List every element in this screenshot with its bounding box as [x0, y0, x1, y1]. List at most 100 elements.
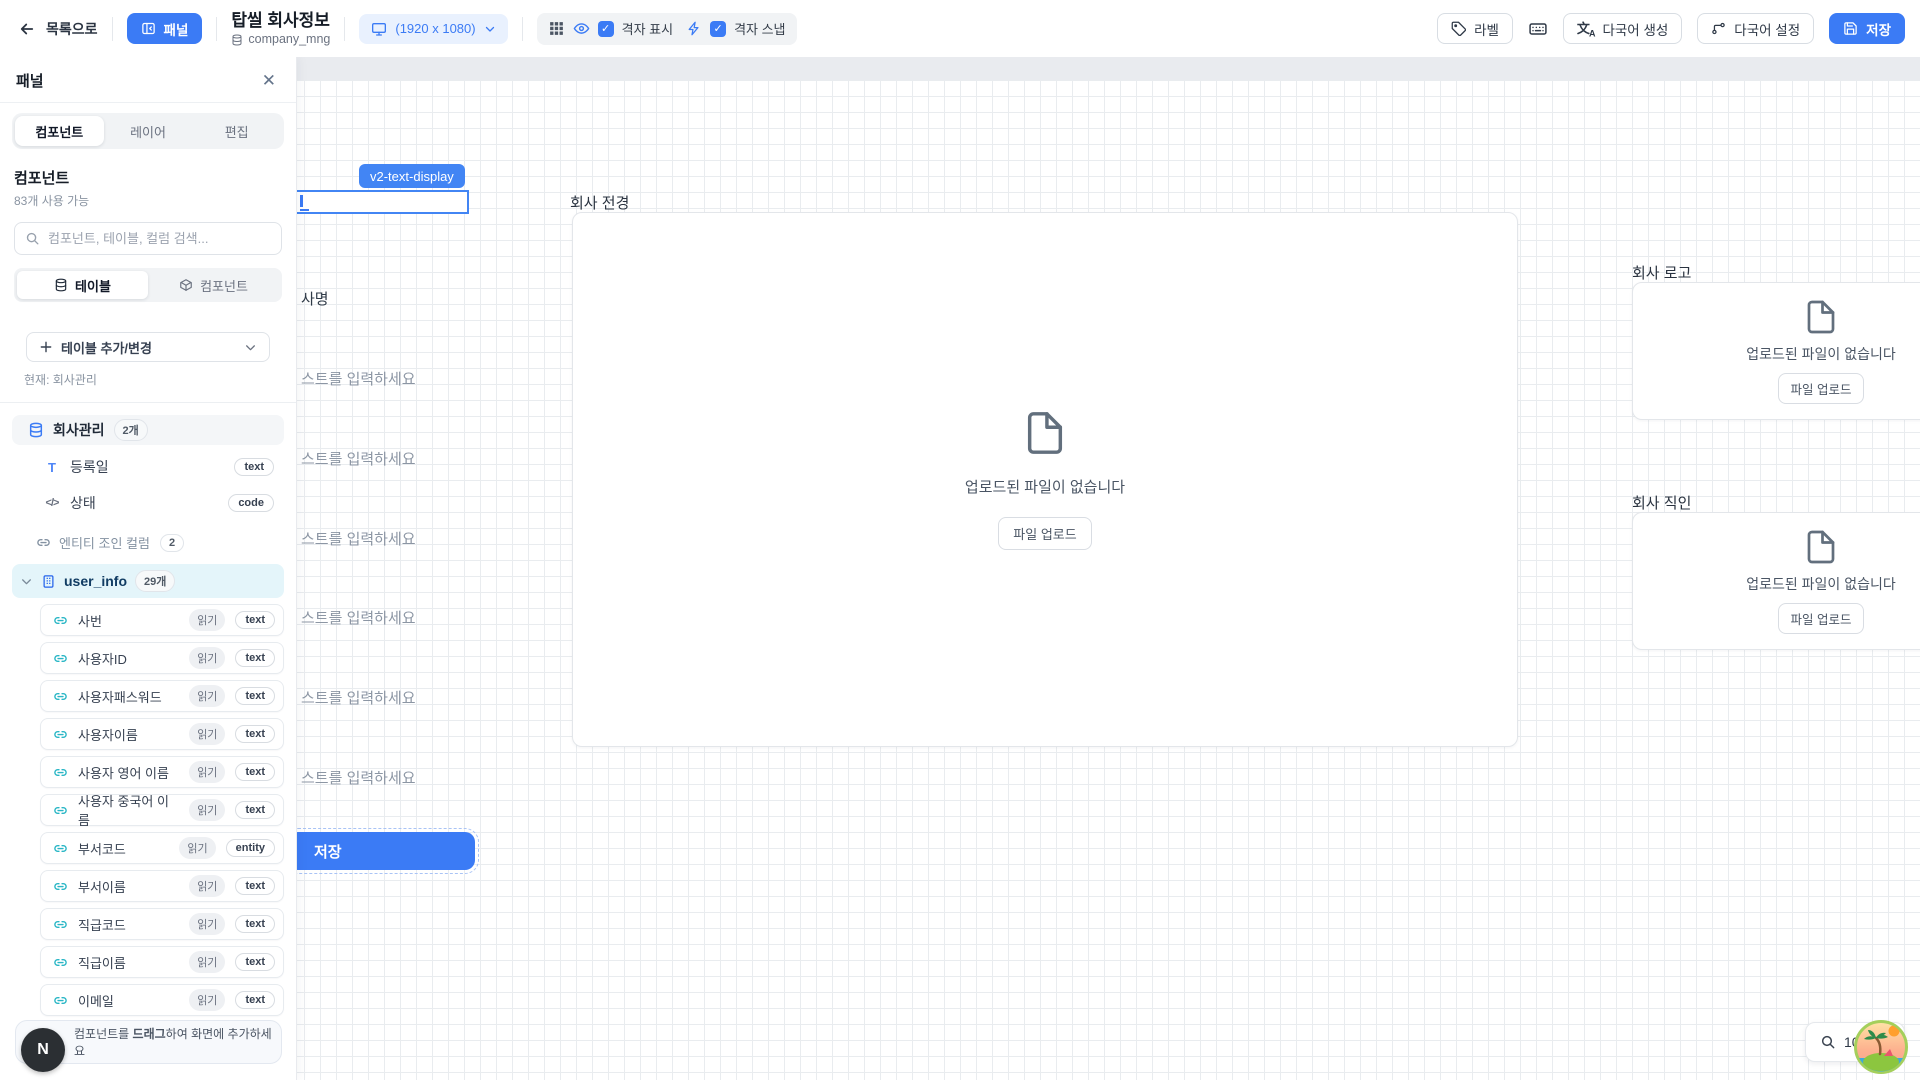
joined-column-row[interactable]: 이메일 읽기 text: [40, 984, 284, 1016]
left-panel: 패널 ✕ 컴포넌트 레이어 편집 컴포넌트 83개 사용 가능 테이블 컴포넌트: [0, 57, 297, 1080]
joined-table-name: user_info: [64, 573, 127, 589]
segment-tables[interactable]: 테이블: [17, 271, 148, 299]
link-icon: [53, 955, 68, 970]
joined-column-row[interactable]: 사용자이름 읽기 text: [40, 718, 284, 750]
column-label: 등록일: [70, 457, 223, 477]
grid-snap-label: 격자 스냅: [734, 19, 785, 38]
company-seal-label: 회사 직인: [1632, 492, 1691, 513]
tab-components[interactable]: 컴포넌트: [15, 116, 104, 146]
form-save-button[interactable]: 저장: [288, 832, 475, 870]
upload-empty-text: 업로드된 파일이 없습니다: [1746, 574, 1895, 594]
upload-empty-text: 업로드된 파일이 없습니다: [1746, 344, 1895, 364]
text-input-placeholder-fragment[interactable]: 스트를 입력하세요: [301, 687, 416, 707]
joined-column-row[interactable]: 사용자패스워드 읽기 text: [40, 680, 284, 712]
table-columns: T 등록일 text </> 상태 code: [12, 453, 284, 517]
segment-components[interactable]: 컴포넌트: [148, 271, 279, 299]
company-logo-upload-card[interactable]: 업로드된 파일이 없습니다 파일 업로드: [1632, 282, 1920, 420]
text-input-placeholder-fragment[interactable]: 스트를 입력하세요: [301, 767, 416, 787]
grid-snap-checkbox[interactable]: ✓: [710, 21, 726, 37]
company-logo-label: 회사 로고: [1632, 262, 1691, 283]
tree-row-company-table[interactable]: 회사관리 2개: [12, 415, 284, 445]
joined-column-row[interactable]: 사용자 영어 이름 읽기 text: [40, 756, 284, 788]
column-label: 사용자패스워드: [78, 687, 179, 706]
table-column-row[interactable]: T 등록일 text: [12, 453, 284, 481]
company-view-upload-card[interactable]: 업로드된 파일이 없습니다 파일 업로드: [572, 212, 1518, 747]
tab-edit[interactable]: 편집: [192, 116, 281, 146]
read-only-badge: 읽기: [189, 761, 225, 783]
panel-tabs: 컴포넌트 레이어 편집: [12, 113, 284, 149]
text-input-placeholder-fragment[interactable]: 스트를 입력하세요: [301, 528, 416, 548]
text-input-placeholder-fragment[interactable]: 스트를 입력하세요: [301, 368, 416, 388]
link-icon: [53, 803, 68, 818]
read-only-badge: 읽기: [189, 685, 225, 707]
joined-column-row[interactable]: 부서이름 읽기 text: [40, 870, 284, 902]
add-table-button[interactable]: 테이블 추가/변경: [26, 332, 270, 362]
joined-column-row[interactable]: 사용자ID 읽기 text: [40, 642, 284, 674]
column-count-badge: 2개: [114, 419, 148, 441]
plus-icon: [39, 340, 53, 354]
file-icon: [1803, 299, 1839, 335]
save-icon: [1843, 21, 1858, 36]
keyboard-shortcuts-icon[interactable]: [1528, 19, 1548, 39]
grid-settings-group: ✓ 격자 표시 ✓ 격자 스냅: [537, 13, 797, 45]
column-type-badge: text: [235, 801, 275, 819]
link-icon: [53, 765, 68, 780]
label-button[interactable]: 라벨: [1437, 13, 1513, 44]
file-upload-button[interactable]: 파일 업로드: [1778, 373, 1865, 404]
text-input-placeholder-fragment[interactable]: 스트를 입력하세요: [301, 607, 416, 627]
link-icon: [53, 841, 68, 856]
text-input-placeholder-fragment[interactable]: 스트를 입력하세요: [301, 448, 416, 468]
table-column-row[interactable]: </> 상태 code: [12, 489, 284, 517]
search-input[interactable]: [48, 231, 271, 246]
column-type-badge: code: [228, 494, 274, 512]
joined-columns: 사번 읽기 text 사용자ID 읽기 text 사용자패스워드: [12, 604, 284, 1016]
joined-column-row[interactable]: 부서코드 읽기 entity: [40, 832, 284, 864]
column-type-badge: text: [235, 991, 275, 1009]
save-button[interactable]: 저장: [1829, 13, 1905, 44]
components-section-title: 컴포넌트: [14, 167, 282, 188]
column-type-badge: text: [235, 915, 275, 933]
island-avatar-icon[interactable]: [1854, 1020, 1908, 1074]
back-to-list-button[interactable]: 목록으로: [18, 19, 98, 39]
read-only-badge: 읽기: [189, 989, 225, 1011]
component-search[interactable]: [14, 222, 282, 255]
panel-toggle-button[interactable]: 패널: [127, 13, 203, 44]
i18n-generate-button[interactable]: 文A 다국어 생성: [1563, 13, 1682, 44]
grid-show-label: 격자 표시: [622, 19, 673, 38]
column-label: 부서코드: [78, 839, 169, 858]
eye-icon[interactable]: [573, 20, 590, 37]
screen-size-dropdown[interactable]: (1920 x 1080): [359, 14, 507, 44]
i18n-settings-button[interactable]: 다국어 설정: [1697, 13, 1814, 44]
file-upload-button[interactable]: 파일 업로드: [998, 517, 1091, 550]
grid-show-checkbox[interactable]: ✓: [598, 21, 614, 37]
column-label: 사용자 중국어 이름: [78, 791, 179, 829]
link-icon: [53, 651, 68, 666]
link-icon: [53, 727, 68, 742]
component-box-icon: [179, 278, 193, 292]
monitor-icon: [371, 21, 387, 37]
selected-text-display-component[interactable]: [288, 190, 469, 214]
company-seal-upload-card[interactable]: 업로드된 파일이 없습니다 파일 업로드: [1632, 512, 1920, 650]
link-icon: [53, 917, 68, 932]
joined-column-row[interactable]: 사용자 중국어 이름 읽기 text: [40, 794, 284, 826]
column-label: 이메일: [78, 991, 179, 1010]
column-type-badge: text: [234, 458, 274, 476]
file-icon: [1803, 529, 1839, 565]
read-only-badge: 읽기: [189, 723, 225, 745]
page-subtitle: company_mng: [231, 32, 330, 48]
entity-join-section[interactable]: 엔티티 조인 컬럼 2: [12, 533, 284, 552]
tab-layers[interactable]: 레이어: [104, 116, 193, 146]
joined-column-row[interactable]: 직급이름 읽기 text: [40, 946, 284, 978]
joined-column-row[interactable]: 사번 읽기 text: [40, 604, 284, 636]
file-upload-button[interactable]: 파일 업로드: [1778, 603, 1865, 634]
column-label: 사번: [78, 611, 179, 630]
tree-row-user-info-table[interactable]: user_info 29개: [12, 564, 284, 598]
joined-column-row[interactable]: 직급코드 읽기 text: [40, 908, 284, 940]
close-icon[interactable]: ✕: [258, 71, 280, 91]
column-label: 직급코드: [78, 915, 179, 934]
page-title: 탑씰 회사정보: [231, 10, 330, 31]
column-type-badge: text: [235, 877, 275, 895]
link-icon: [36, 535, 51, 550]
read-only-badge: 읽기: [189, 609, 225, 631]
column-type-badge: entity: [226, 839, 275, 857]
